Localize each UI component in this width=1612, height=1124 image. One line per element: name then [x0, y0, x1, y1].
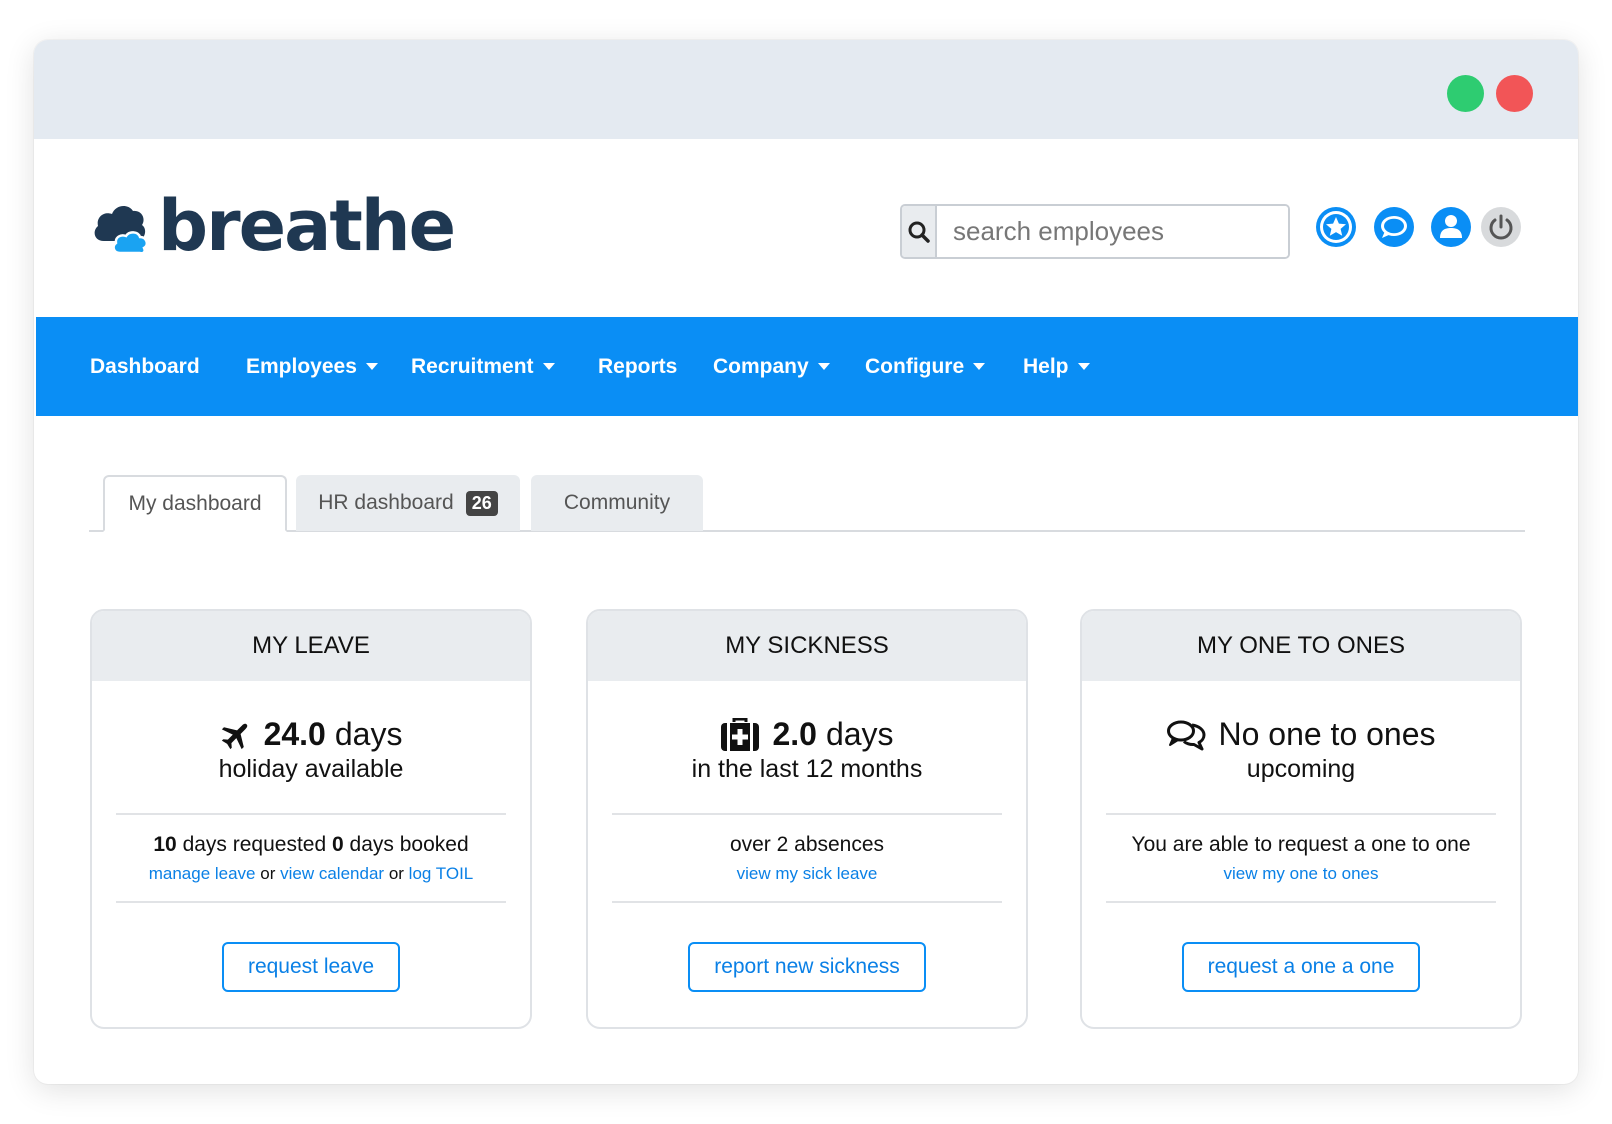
search-button[interactable] [902, 206, 937, 257]
one-to-ones-headline: No one to ones [1218, 716, 1436, 752]
sickness-total: 2.0 days [720, 716, 894, 753]
requested-count: 10 [153, 832, 177, 856]
tab-label: My dashboard [128, 491, 262, 515]
search-box [900, 204, 1290, 259]
requested-label: days requested [182, 832, 327, 856]
view-calendar-link[interactable]: view calendar [280, 864, 384, 883]
window-close-button[interactable] [1496, 75, 1533, 112]
nav-label: Reports [598, 354, 678, 378]
caret-down-icon [817, 363, 830, 370]
leave-requested-booked: 10 days requested 0 days booked [153, 833, 468, 857]
profile-button[interactable] [1431, 207, 1471, 247]
card-summary: 24.0 days holiday available [92, 681, 530, 813]
chat-icon [1381, 216, 1407, 238]
search-icon [908, 221, 930, 243]
leave-days-value: 24.0 [263, 716, 326, 752]
nav-company[interactable]: Company [713, 317, 830, 416]
one-to-ones-details: You are able to request a one to one vie… [1082, 815, 1520, 901]
card-summary: No one to ones upcoming [1082, 681, 1520, 813]
manage-leave-link[interactable]: manage leave [149, 864, 256, 883]
log-toil-link[interactable]: log TOIL [409, 864, 474, 883]
window-titlebar [34, 40, 1578, 139]
logout-button[interactable] [1481, 207, 1521, 247]
search-employees-input[interactable] [937, 206, 1288, 257]
cloud-logo-icon [94, 205, 149, 255]
nav-label: Configure [865, 354, 965, 378]
request-one-to-one-button[interactable]: request a one a one [1181, 942, 1421, 992]
medkit-icon [721, 717, 760, 751]
nav-reports[interactable]: Reports [598, 317, 677, 416]
my-one-to-ones-card: MY ONE TO ONES No one to ones upcoming Y… [1080, 609, 1522, 1029]
tab-label: Community [563, 491, 671, 514]
leave-details: 10 days requested 0 days booked manage l… [92, 815, 530, 901]
plane-icon [221, 723, 247, 749]
nav-label: Recruitment [411, 354, 534, 378]
nav-configure[interactable]: Configure [865, 317, 986, 416]
user-icon [1440, 215, 1462, 238]
tab-label: HR dashboard [318, 491, 454, 514]
leave-total: 24.0 days [220, 716, 403, 753]
app-window: breathe search employees Dashboard Emplo… [34, 40, 1578, 1084]
my-leave-card: MY LEAVE 24.0 days holiday available 10 … [90, 609, 532, 1029]
nav-label: Employees [246, 354, 357, 378]
comments-icon [1167, 720, 1206, 750]
logo-wordmark: breathe [158, 185, 456, 267]
main-nav: Dashboard Employees Recruitment Reports … [36, 317, 1578, 416]
sickness-details: over 2 absences view my sick leave [588, 815, 1026, 901]
sickness-links: view my sick leave [737, 864, 878, 884]
tab-hr-dashboard[interactable]: HR dashboard 26 [296, 475, 520, 531]
app-header: breathe [34, 139, 1578, 317]
nav-label: Company [713, 354, 809, 378]
caret-down-icon [973, 363, 986, 370]
booked-label: days booked [349, 832, 469, 856]
button-row: report new sickness [588, 903, 1026, 1027]
breathe-logo[interactable]: breathe [90, 185, 456, 267]
power-icon [1489, 214, 1513, 240]
messages-button[interactable] [1374, 207, 1414, 247]
nav-help[interactable]: Help [1023, 317, 1090, 416]
sickness-days-value: 2.0 [772, 716, 817, 752]
caret-down-icon [542, 363, 555, 370]
card-title: MY SICKNESS [588, 611, 1026, 681]
favourites-button[interactable] [1316, 207, 1356, 247]
one-to-ones-subtitle: upcoming [1246, 755, 1356, 783]
or-text: or [388, 863, 404, 883]
leave-days-unit: days [334, 716, 403, 752]
one-to-ones-status: No one to ones [1166, 716, 1436, 753]
caret-down-icon [1077, 363, 1090, 370]
card-title: MY ONE TO ONES [1082, 611, 1520, 681]
button-row: request leave [92, 903, 530, 1027]
booked-count: 0 [332, 832, 344, 856]
sickness-subtitle: in the last 12 months [691, 755, 923, 783]
sickness-absences: over 2 absences [729, 832, 885, 856]
report-sickness-button[interactable]: report new sickness [688, 942, 926, 992]
request-leave-button[interactable]: request leave [221, 942, 401, 992]
caret-down-icon [365, 363, 378, 370]
or-text: or [260, 863, 276, 883]
notification-count-badge: 26 [465, 490, 498, 516]
one-to-ones-info: You are able to request a one to one [1131, 832, 1471, 856]
star-icon [1320, 211, 1352, 243]
nav-recruitment[interactable]: Recruitment [411, 317, 555, 416]
my-sickness-card: MY SICKNESS 2.0 days in the last 12 mont… [586, 609, 1028, 1029]
tab-community[interactable]: Community [531, 475, 703, 531]
nav-label: Help [1023, 354, 1069, 378]
one-to-ones-links: view my one to ones [1224, 864, 1379, 884]
card-summary: 2.0 days in the last 12 months [588, 681, 1026, 813]
window-maximize-button[interactable] [1447, 75, 1484, 112]
nav-dashboard[interactable]: Dashboard [90, 317, 200, 416]
view-one-to-ones-link[interactable]: view my one to ones [1224, 864, 1379, 883]
leave-subtitle: holiday available [218, 755, 404, 783]
view-sick-leave-link[interactable]: view my sick leave [737, 864, 878, 883]
leave-links: manage leave or view calendar or log TOI… [149, 864, 474, 884]
nav-label: Dashboard [90, 354, 200, 378]
button-row: request a one a one [1082, 903, 1520, 1027]
card-title: MY LEAVE [92, 611, 530, 681]
tab-my-dashboard[interactable]: My dashboard [103, 475, 287, 532]
sickness-days-unit: days [825, 716, 894, 752]
nav-employees[interactable]: Employees [246, 317, 378, 416]
